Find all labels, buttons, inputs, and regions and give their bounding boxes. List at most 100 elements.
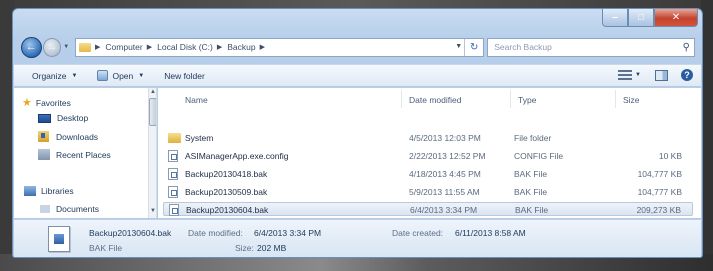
nav-libraries-label: Libraries	[41, 186, 74, 196]
nav-documents[interactable]: Documents	[40, 204, 99, 214]
breadcrumb-arrow-icon[interactable]: ▶	[217, 43, 222, 51]
details-date-modified-label: Date modified:	[188, 228, 243, 238]
file-name: ASIManagerApp.exe.config	[185, 151, 289, 161]
views-icon[interactable]	[618, 70, 633, 80]
back-arrow-icon: ←	[25, 41, 37, 53]
file-size: 104,777 KB	[637, 187, 682, 197]
bak-file-icon	[168, 186, 178, 198]
downloads-icon	[38, 131, 49, 142]
open-label: Open	[112, 70, 134, 81]
bak-file-large-icon	[48, 226, 70, 252]
desktop-icon	[38, 113, 51, 123]
file-row-backup-0509[interactable]: Backup20130509.bak 5/9/2013 11:55 AM BAK…	[163, 185, 693, 199]
open-icon	[97, 70, 109, 81]
chevron-down-icon: ▼	[63, 44, 70, 50]
forward-arrow-icon: →	[46, 41, 58, 53]
nav-recent-places-label: Recent Places	[56, 149, 111, 160]
column-headers: Name Date modified Type Size	[158, 88, 701, 109]
column-header-date-modified[interactable]: Date modified	[409, 95, 461, 105]
details-file-name: Backup20130604.bak	[89, 228, 172, 238]
details-size-value: 202 MB	[257, 243, 287, 253]
nav-libraries[interactable]: Libraries	[24, 186, 74, 196]
bak-file-icon	[169, 204, 179, 216]
column-header-size[interactable]: Size	[623, 95, 640, 105]
breadcrumb-local-disk[interactable]: Local Disk (C:)	[157, 42, 213, 52]
folder-icon	[168, 133, 181, 143]
file-type: File folder	[514, 133, 552, 143]
file-row-config[interactable]: ASIManagerApp.exe.config 2/22/2013 12:52…	[163, 149, 693, 163]
close-button[interactable]: ✕	[654, 9, 698, 27]
details-pane: Backup20130604.bak BAK File Date modifie…	[14, 219, 701, 257]
search-placeholder: Search Backup	[494, 42, 552, 52]
scroll-down-icon[interactable]: ▼	[150, 208, 156, 214]
breadcrumb-arrow-icon[interactable]: ▶	[147, 43, 152, 51]
recent-places-icon	[38, 149, 50, 160]
help-icon[interactable]: ?	[681, 69, 693, 81]
chevron-down-icon[interactable]: ▼	[635, 72, 641, 78]
bak-file-icon	[168, 168, 178, 180]
nav-documents-label: Documents	[56, 204, 99, 214]
address-row: ← → ▼ ▶ Computer ▶ Local Disk (C:) ▶ Bac…	[21, 36, 695, 58]
chevron-down-icon: ▼	[71, 72, 78, 79]
file-list: Name Date modified Type Size System 4/5/…	[158, 88, 701, 218]
back-button[interactable]: ←	[21, 36, 42, 58]
command-bar: Organize ▼ Open ▼ New folder ▼ ?	[14, 64, 701, 87]
breadcrumb-arrow-icon[interactable]: ▶	[95, 43, 100, 51]
file-date: 6/4/2013 3:34 PM	[410, 205, 478, 215]
details-size-label: Size:	[235, 243, 254, 253]
breadcrumb-backup[interactable]: Backup	[227, 42, 255, 52]
nav-downloads-label: Downloads	[56, 131, 99, 142]
details-date-created-label: Date created:	[392, 228, 444, 238]
column-header-name[interactable]: Name	[185, 95, 208, 105]
open-button[interactable]: Open ▼	[97, 70, 144, 81]
minimize-button[interactable]: –	[602, 9, 628, 27]
maximize-button[interactable]: □	[628, 9, 654, 27]
explorer-window: – □ ✕ ← → ▼ ▶ Computer ▶ Local Disk (C:)…	[12, 8, 703, 258]
config-file-icon	[168, 150, 178, 162]
close-icon: ✕	[671, 12, 681, 23]
address-dropdown-icon[interactable]: ▼	[455, 43, 462, 50]
column-divider[interactable]	[615, 90, 616, 108]
file-row-system[interactable]: System 4/5/2013 12:03 PM File folder	[163, 131, 693, 145]
nav-downloads[interactable]: Downloads	[38, 131, 98, 142]
file-row-backup-0418[interactable]: Backup20130418.bak 4/18/2013 4:45 PM BAK…	[163, 167, 693, 181]
folder-icon	[79, 42, 92, 52]
preview-pane-icon[interactable]	[655, 69, 668, 81]
nav-desktop[interactable]: Desktop	[38, 113, 88, 123]
search-input[interactable]: Search Backup ⚲	[487, 37, 695, 57]
search-icon: ⚲	[682, 41, 690, 53]
maximize-icon: □	[637, 12, 645, 23]
address-bar[interactable]: ▶ Computer ▶ Local Disk (C:) ▶ Backup ▶ …	[75, 37, 485, 57]
nav-desktop-label: Desktop	[57, 113, 89, 123]
nav-recent-places[interactable]: Recent Places	[38, 149, 111, 160]
scrollbar-thumb[interactable]	[149, 98, 156, 126]
new-folder-button[interactable]: New folder	[164, 71, 205, 81]
organize-button[interactable]: Organize ▼	[32, 71, 77, 81]
organize-label: Organize	[32, 70, 67, 81]
file-size: 104,777 KB	[637, 169, 682, 179]
file-size: 10 KB	[658, 151, 682, 161]
minimize-icon: –	[612, 12, 618, 23]
column-divider[interactable]	[401, 90, 402, 108]
documents-icon	[40, 205, 50, 213]
file-type: BAK File	[514, 169, 548, 179]
caption-buttons: – □ ✕	[602, 9, 698, 27]
column-header-type[interactable]: Type	[518, 95, 536, 105]
nav-favorites[interactable]: ★ Favorites	[22, 96, 71, 109]
details-file-type: BAK File	[89, 243, 123, 253]
file-type: BAK File	[515, 205, 549, 215]
file-type: BAK File	[514, 187, 548, 197]
breadcrumb-arrow-icon[interactable]: ▶	[260, 43, 265, 51]
details-date-created-value: 6/11/2013 8:58 AM	[455, 228, 526, 238]
scroll-up-icon[interactable]: ▲	[150, 89, 156, 95]
file-row-backup-0604[interactable]: Backup20130604.bak 6/4/2013 3:34 PM BAK …	[163, 202, 693, 216]
breadcrumb-computer[interactable]: Computer	[105, 42, 142, 52]
column-divider[interactable]	[510, 90, 511, 108]
nav-favorites-label: Favorites	[35, 97, 71, 108]
navigation-scrollbar[interactable]: ▲ ▼	[148, 88, 156, 218]
file-date: 2/22/2013 12:52 PM	[409, 151, 486, 161]
recent-pages-dropdown[interactable]: ▼	[63, 44, 73, 50]
file-name: System	[185, 133, 214, 143]
refresh-button[interactable]: ↻	[464, 38, 483, 56]
forward-button[interactable]: →	[42, 37, 62, 57]
